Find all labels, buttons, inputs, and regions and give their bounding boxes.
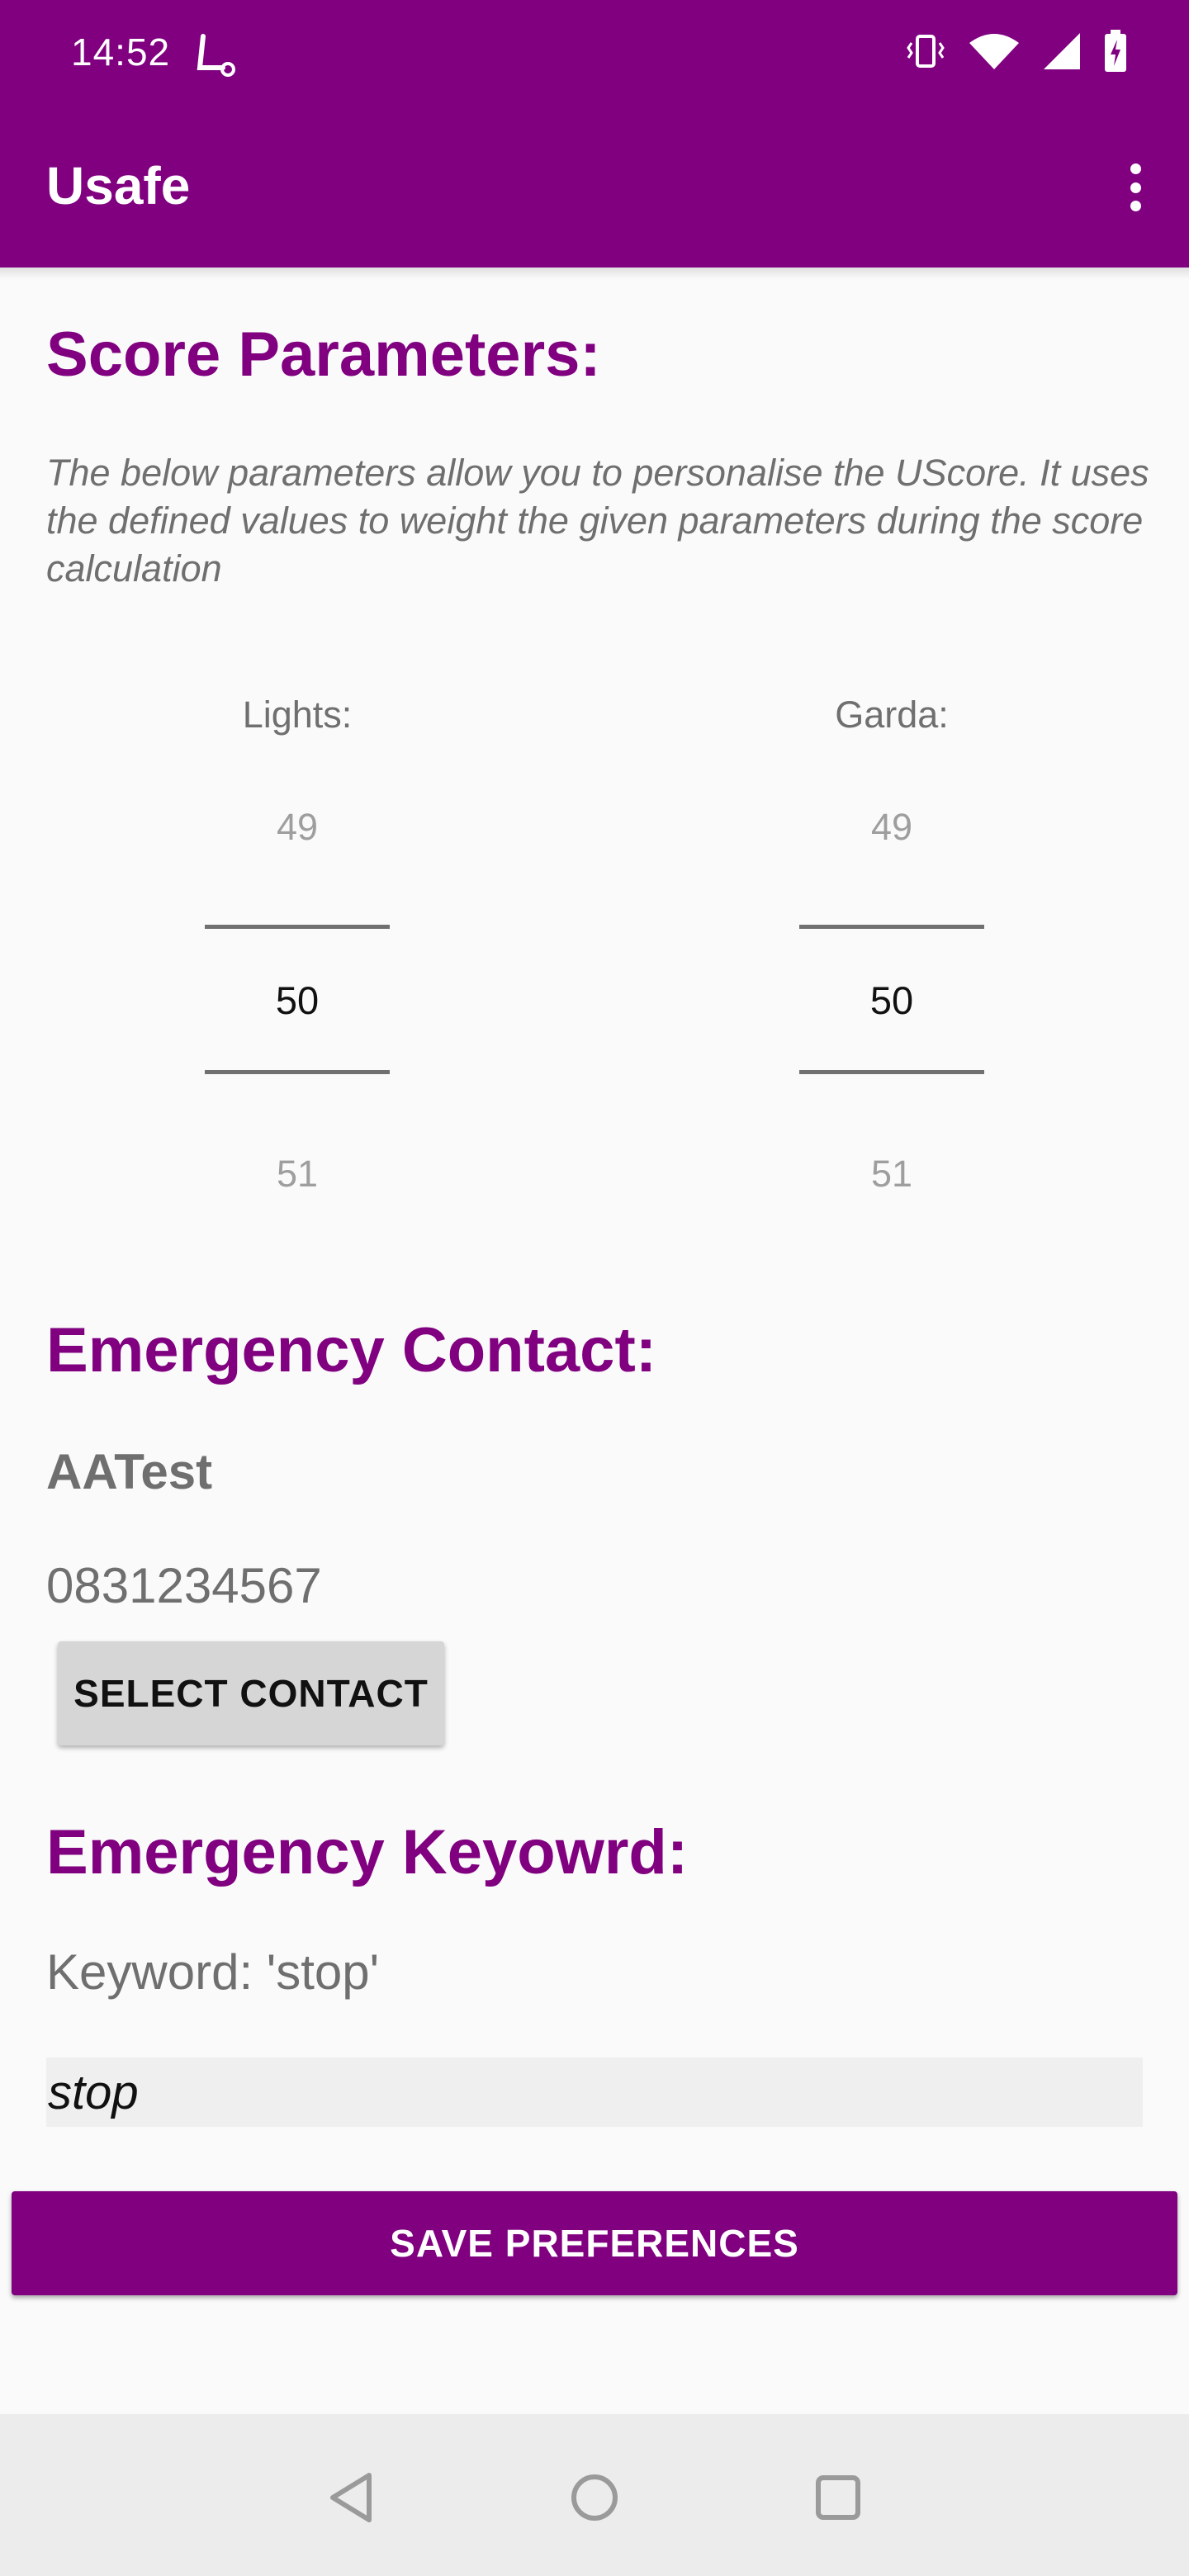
garda-picker[interactable]: Garda: 49 50 51 (784, 694, 999, 1205)
wifi-icon (968, 31, 1021, 75)
lights-label: Lights: (242, 694, 353, 736)
emergency-keyword-heading: Emergency Keyowrd: (46, 1817, 689, 1887)
score-parameters-description: The below parameters allow you to person… (46, 452, 1149, 590)
lights-divider-bottom (205, 1070, 390, 1074)
lights-divider-top (205, 925, 390, 929)
keyword-input[interactable] (46, 2057, 1143, 2127)
emergency-contact-heading: Emergency Contact: (46, 1315, 657, 1385)
lights-next-value[interactable]: 51 (190, 1153, 405, 1196)
status-bar: 14:52 (0, 0, 1189, 107)
garda-divider-top (799, 925, 984, 929)
navigation-bar (0, 2414, 1189, 2576)
contact-name: AATest (46, 1444, 213, 1499)
app-bar: Usafe (0, 107, 1189, 268)
garda-divider-bottom (799, 1070, 984, 1074)
status-time: 14:52 (71, 31, 171, 73)
app-title: Usafe (46, 156, 191, 215)
lights-picker[interactable]: Lights: 49 50 51 (190, 694, 405, 1205)
home-icon[interactable] (566, 2469, 623, 2526)
more-vert-icon[interactable] (1115, 159, 1156, 216)
battery-charging-icon (1103, 30, 1128, 77)
contact-number: 0831234567 (46, 1558, 322, 1613)
recents-icon[interactable] (809, 2469, 867, 2526)
lights-current-value[interactable]: 50 (190, 978, 405, 1023)
select-contact-button[interactable]: SELECT CONTACT (58, 1641, 444, 1745)
back-icon[interactable] (322, 2469, 380, 2526)
garda-label: Garda: (835, 694, 949, 736)
signal-icon (1042, 31, 1082, 75)
score-parameters-heading: Score Parameters: (46, 320, 601, 390)
app-notification-icon (195, 31, 238, 82)
save-preferences-button[interactable]: SAVE PREFERENCES (12, 2191, 1177, 2295)
garda-current-value[interactable]: 50 (784, 978, 999, 1023)
garda-next-value[interactable]: 51 (784, 1153, 999, 1196)
garda-prev-value[interactable]: 49 (784, 806, 999, 849)
lights-prev-value[interactable]: 49 (190, 806, 405, 849)
app-bar-shadow (0, 268, 1189, 279)
vibrate-icon (905, 31, 946, 75)
keyword-label: Keyword: 'stop' (46, 1944, 380, 2000)
